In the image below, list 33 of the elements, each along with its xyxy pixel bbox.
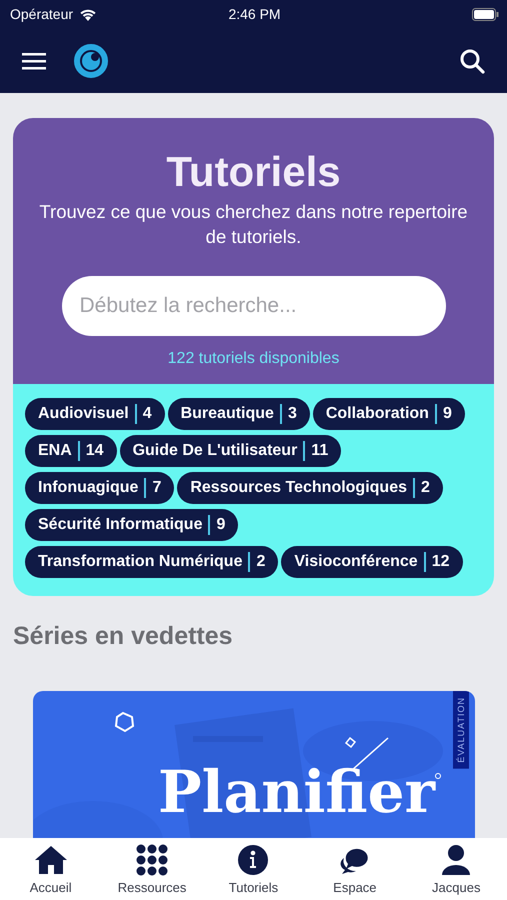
category-chip[interactable]: Visioconférence 12: [281, 546, 462, 578]
section-heading: Séries en vedettes: [13, 622, 234, 651]
info-icon: [237, 844, 270, 876]
category-chip[interactable]: Infonuagique 7: [25, 472, 174, 504]
tab-item[interactable]: Tutoriels: [208, 844, 298, 894]
tab-item[interactable]: Jacques: [411, 844, 502, 894]
tutorial-count: 122 tutoriels disponibles: [168, 350, 340, 368]
page-subtitle: Trouvez ce que vous cherchez dans notre repertoire de tutoriels.: [38, 200, 469, 249]
category-chip[interactable]: Transformation Numérique 2: [25, 546, 278, 578]
wifi-icon: [79, 8, 98, 20]
tab-item[interactable]: Accueil: [6, 844, 96, 894]
category-chip[interactable]: Collaboration 9: [312, 398, 465, 430]
menu-icon[interactable]: [22, 52, 46, 70]
category-chip[interactable]: ENA 14: [25, 434, 117, 467]
category-chip[interactable]: Ressources Technologiques 2: [177, 472, 443, 504]
category-chip[interactable]: Sécurité Informatique 9: [25, 508, 238, 541]
search-field[interactable]: Débutez la recherche...: [62, 276, 446, 336]
card-title: Planifier: [158, 762, 436, 821]
tab-item[interactable]: Ressources: [107, 844, 198, 894]
page-title: Tutoriels: [166, 148, 341, 196]
home-icon: [32, 844, 69, 876]
logo-icon[interactable]: [74, 44, 108, 78]
category-chip[interactable]: Audiovisuel 4: [25, 398, 165, 430]
tab-item[interactable]: Espace: [310, 844, 400, 894]
user-icon: [440, 844, 472, 876]
category-chip[interactable]: Guide De L'utilisateur 11: [120, 434, 342, 467]
status-time: 2:46 PM: [228, 6, 281, 22]
category-chip[interactable]: Bureautique 3: [168, 398, 310, 430]
category-tag: ÉVALUATION: [453, 690, 469, 769]
search-icon[interactable]: [459, 48, 485, 74]
battery-icon: [472, 8, 500, 20]
grid-icon: [136, 844, 168, 876]
carrier-name: Opérateur: [10, 6, 74, 22]
